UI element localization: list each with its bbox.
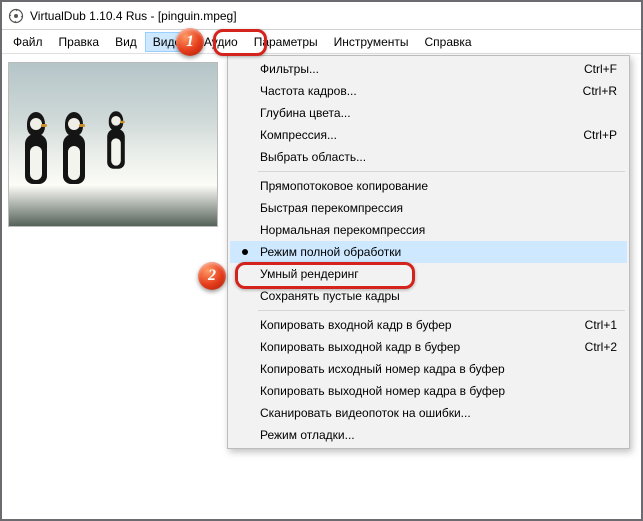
menu-item-label: Глубина цвета... xyxy=(256,106,567,120)
video-content xyxy=(102,111,129,169)
menu-item[interactable]: Сканировать видеопоток на ошибки... xyxy=(230,402,627,424)
menu-item-label: Копировать выходной номер кадра в буфер xyxy=(256,384,567,398)
titlebar: VirtualDub 1.10.4 Rus - [pinguin.mpeg] xyxy=(2,2,641,30)
menu-separator xyxy=(258,310,625,311)
menu-item[interactable]: Прямопотоковое копирование xyxy=(230,175,627,197)
menu-item-label: Умный рендеринг xyxy=(256,267,567,281)
radio-bullet-icon xyxy=(234,249,256,255)
menu-item-label: Режим полной обработки xyxy=(256,245,567,259)
menu-item-shortcut: Ctrl+F xyxy=(567,62,623,76)
video-frame xyxy=(8,62,218,227)
menu-item-shortcut: Ctrl+2 xyxy=(567,340,623,354)
menu-item[interactable]: Нормальная перекомпрессия xyxy=(230,219,627,241)
menu-item-label: Компрессия... xyxy=(256,128,567,142)
menu-инструменты[interactable]: Инструменты xyxy=(326,32,417,52)
menu-item[interactable]: Быстрая перекомпрессия xyxy=(230,197,627,219)
video-content xyxy=(57,112,91,184)
video-content xyxy=(19,112,53,184)
menu-item[interactable]: Сохранять пустые кадры xyxy=(230,285,627,307)
menu-item[interactable]: Фильтры...Ctrl+F xyxy=(230,58,627,80)
menu-separator xyxy=(258,171,625,172)
annotation-badge-2: 2 xyxy=(198,262,226,290)
video-menu-dropdown: Фильтры...Ctrl+FЧастота кадров...Ctrl+RГ… xyxy=(227,55,630,449)
video-preview-panel xyxy=(8,62,218,412)
menu-item[interactable]: Компрессия...Ctrl+P xyxy=(230,124,627,146)
menu-item-label: Режим отладки... xyxy=(256,428,567,442)
menu-item[interactable]: Копировать исходный номер кадра в буфер xyxy=(230,358,627,380)
menu-правка[interactable]: Правка xyxy=(51,32,108,52)
menu-item[interactable]: Глубина цвета... xyxy=(230,102,627,124)
menu-item-label: Выбрать область... xyxy=(256,150,567,164)
menu-item[interactable]: Копировать входной кадр в буферCtrl+1 xyxy=(230,314,627,336)
menu-item-label: Прямопотоковое копирование xyxy=(256,179,567,193)
menu-item-label: Копировать исходный номер кадра в буфер xyxy=(256,362,567,376)
menu-item[interactable]: Выбрать область... xyxy=(230,146,627,168)
app-icon xyxy=(8,8,24,24)
menu-item-label: Копировать выходной кадр в буфер xyxy=(256,340,567,354)
menu-item[interactable]: Копировать выходной кадр в буферCtrl+2 xyxy=(230,336,627,358)
menu-item[interactable]: Режим полной обработки xyxy=(230,241,627,263)
menu-item-label: Быстрая перекомпрессия xyxy=(256,201,567,215)
menu-item-label: Нормальная перекомпрессия xyxy=(256,223,567,237)
menu-item[interactable]: Частота кадров...Ctrl+R xyxy=(230,80,627,102)
menu-item[interactable]: Режим отладки... xyxy=(230,424,627,446)
menu-item-label: Сохранять пустые кадры xyxy=(256,289,567,303)
app-window: VirtualDub 1.10.4 Rus - [pinguin.mpeg] Ф… xyxy=(0,0,643,521)
menu-item-label: Фильтры... xyxy=(256,62,567,76)
window-title: VirtualDub 1.10.4 Rus - [pinguin.mpeg] xyxy=(30,9,237,23)
menu-вид[interactable]: Вид xyxy=(107,32,145,52)
menu-параметры[interactable]: Параметры xyxy=(246,32,326,52)
menu-item-shortcut: Ctrl+1 xyxy=(567,318,623,332)
menu-item-label: Копировать входной кадр в буфер xyxy=(256,318,567,332)
menu-item-label: Частота кадров... xyxy=(256,84,567,98)
menu-файл[interactable]: Файл xyxy=(5,32,51,52)
menu-справка[interactable]: Справка xyxy=(417,32,480,52)
annotation-badge-1: 1 xyxy=(176,28,204,56)
menu-item-label: Сканировать видеопоток на ошибки... xyxy=(256,406,567,420)
menu-item[interactable]: Копировать выходной номер кадра в буфер xyxy=(230,380,627,402)
menu-item[interactable]: Умный рендеринг xyxy=(230,263,627,285)
menu-item-shortcut: Ctrl+P xyxy=(567,128,623,142)
menubar: ФайлПравкаВидПерейтиВидеоАудиоПараметрыИ… xyxy=(2,30,641,54)
menu-item-shortcut: Ctrl+R xyxy=(567,84,623,98)
